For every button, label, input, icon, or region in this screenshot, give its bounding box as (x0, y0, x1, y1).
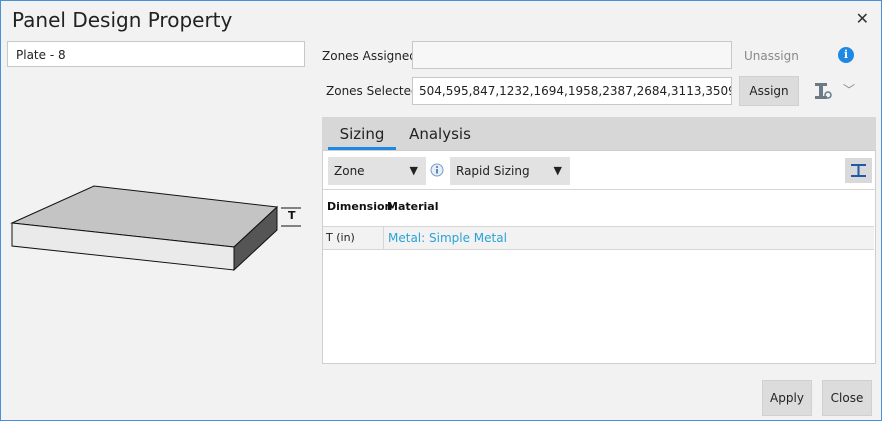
close-button[interactable]: Close (822, 380, 872, 416)
close-icon[interactable]: ✕ (856, 9, 869, 28)
zone-dropdown[interactable]: Zone ▼ (328, 157, 426, 185)
apply-button[interactable]: Apply (762, 380, 812, 416)
zone-dropdown-value: Zone (334, 164, 365, 178)
tab-analysis[interactable]: Analysis (406, 117, 474, 150)
zones-assigned-label: Zones Assigned: (322, 49, 421, 63)
section-toggle-button[interactable] (845, 158, 872, 183)
chevron-down-icon[interactable]: ﹀ (843, 81, 855, 98)
grid-top-divider (323, 189, 876, 190)
panel-design-property-dialog: Panel Design Property ✕ Plate - 8 T Zone… (0, 0, 882, 421)
sizing-method-value: Rapid Sizing (456, 164, 530, 178)
material-link[interactable]: Metal: Simple Metal (388, 227, 507, 249)
plate-diagram (10, 185, 301, 272)
zones-assigned-field[interactable] (412, 41, 732, 69)
beam-icon (851, 164, 866, 177)
thickness-dimension-label: T (288, 209, 296, 222)
assign-button[interactable]: Assign (739, 76, 799, 106)
dialog-title: Panel Design Property (12, 8, 233, 32)
column-header-dimension: Dimension (327, 200, 393, 213)
zones-selected-field[interactable]: 504,595,847,1232,1694,1958,2387,2684,311… (412, 77, 732, 105)
info-icon[interactable]: i (838, 47, 854, 63)
tab-sizing[interactable]: Sizing (328, 117, 396, 150)
zones-selected-label: Zones Selected: (326, 84, 423, 98)
unassign-button[interactable]: Unassign (744, 49, 799, 63)
tab-bar: Sizing Analysis (322, 117, 876, 150)
sizing-method-dropdown[interactable]: Rapid Sizing ▼ (450, 157, 570, 185)
chevron-down-icon: ▼ (553, 164, 562, 177)
object-name-field[interactable]: Plate - 8 (7, 41, 305, 67)
beam-section-icon[interactable] (813, 81, 833, 101)
table-row[interactable]: T (in) Metal: Simple Metal (323, 226, 874, 250)
column-header-material: Material (387, 200, 439, 213)
dimension-cell: T (in) (326, 227, 384, 249)
info-small-icon[interactable] (430, 163, 444, 177)
chevron-down-icon: ▼ (409, 164, 418, 177)
